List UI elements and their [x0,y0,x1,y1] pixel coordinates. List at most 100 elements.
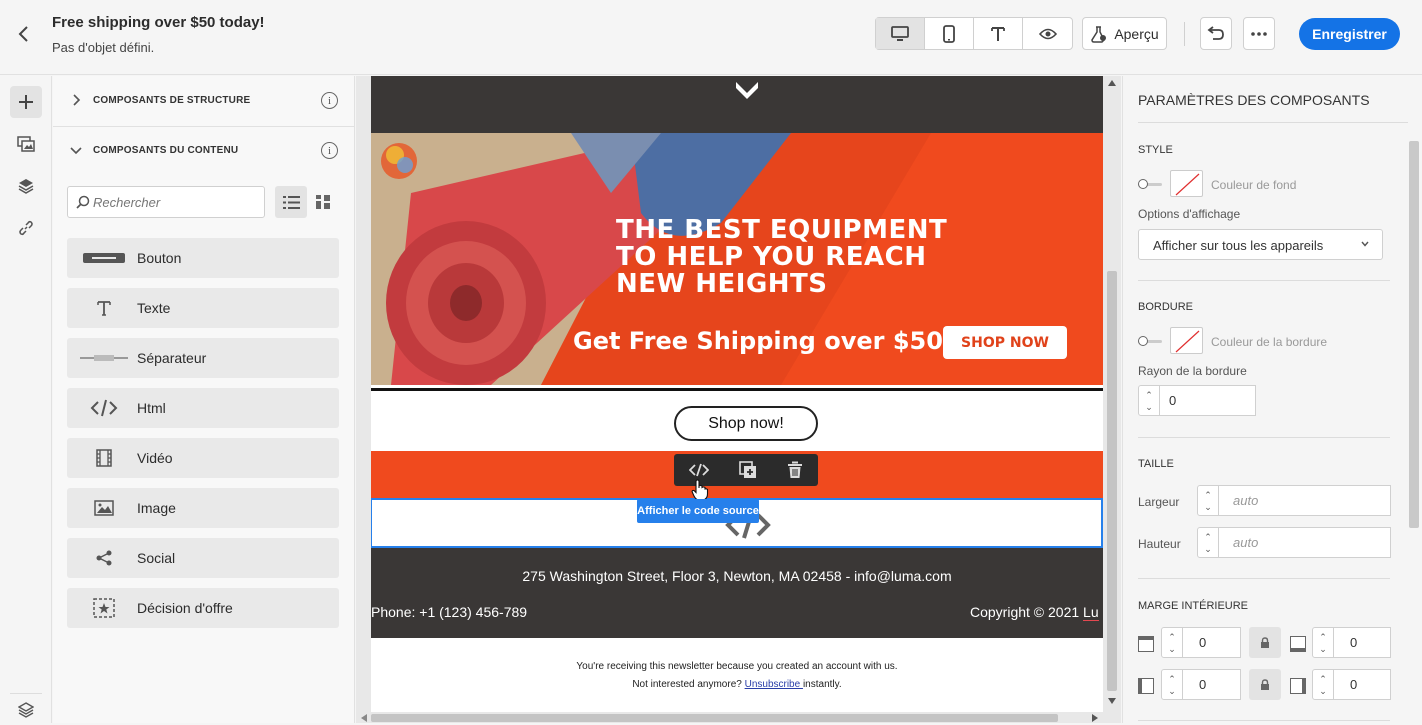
mobile-view-button[interactable] [925,18,974,49]
settings-scroll-thumb[interactable] [1409,141,1419,528]
component-search-input[interactable]: Rechercher [67,186,265,218]
height-label: Hauteur [1138,537,1181,551]
delete-icon[interactable] [787,461,803,479]
scroll-right-arrow-icon[interactable] [1092,714,1098,722]
unsubscribe-link[interactable]: Unsubscribe [745,679,803,690]
preview-eye-button[interactable] [1023,18,1072,49]
plus-icon [19,95,33,109]
display-options-label: Options d'affichage [1138,207,1241,221]
more-icon [1251,31,1267,36]
note-suffix: instantly. [802,679,842,690]
list-icon [282,195,300,209]
hero-headline: THE BEST EQUIPMENT TO HELP YOU REACH NEW… [616,217,947,298]
preview-button[interactable]: Aperçu [1082,17,1167,50]
padding-top-stepper[interactable]: ⌃ ⌄ [1161,627,1183,658]
border-color-toggle[interactable] [1138,336,1162,346]
assets-button[interactable] [10,128,42,160]
grid-view-button[interactable] [307,186,339,218]
html-icon [79,397,129,419]
component-label: Vidéo [137,450,173,466]
structure-section-label: COMPOSANTS DE STRUCTURE [93,95,251,106]
text-icon [991,26,1005,41]
layers-button[interactable] [10,170,42,202]
component-image[interactable]: Image [67,488,339,528]
email-canvas: THE BEST EQUIPMENT TO HELP YOU REACH NEW… [356,76,1121,723]
chevron-down-icon [736,82,758,99]
search-placeholder: Rechercher [93,195,161,210]
newsletter-note: You're receiving this newsletter because… [576,661,898,672]
component-button[interactable]: Bouton [67,238,339,278]
back-arrow-icon[interactable] [14,24,34,44]
height-input[interactable]: auto [1219,527,1391,558]
canvas-vertical-scrollbar[interactable] [1103,76,1121,712]
duplicate-icon[interactable] [739,461,757,479]
save-button[interactable]: Enregistrer [1299,18,1400,50]
stack-icon [18,701,34,718]
size-section-label: TAILLE [1138,458,1174,470]
info-icon[interactable]: i [321,142,338,159]
component-video[interactable]: Vidéo [67,438,339,478]
undo-icon [1207,25,1224,40]
component-label: Image [137,500,176,516]
border-color-swatch[interactable] [1170,327,1203,354]
device-toggle-group [875,17,1073,50]
padding-lock-button[interactable] [1249,627,1281,658]
scroll-left-arrow-icon[interactable] [361,714,367,722]
text-view-button[interactable] [974,18,1023,49]
padding-left-input[interactable]: 0 [1183,669,1241,700]
content-components-section[interactable]: COMPOSANTS DU CONTENU i [53,126,355,176]
bg-color-swatch[interactable] [1170,170,1203,197]
undo-button[interactable] [1200,17,1232,50]
links-button[interactable] [10,212,42,244]
add-components-button[interactable] [10,86,42,118]
divider-icon [79,347,129,369]
border-radius-input[interactable]: 0 [1160,385,1256,416]
padding-bottom-input[interactable]: 0 [1334,627,1391,658]
canvas-scroll-thumb[interactable] [1107,271,1117,691]
source-code-icon[interactable] [689,463,709,477]
chevron-right-icon [69,93,83,107]
component-settings-panel: PARAMÈTRES DES COMPOSANTS STYLE Couleur … [1122,76,1422,723]
component-divider[interactable]: Séparateur [67,338,339,378]
panel-divider [1138,280,1390,281]
hero-image[interactable]: THE BEST EQUIPMENT TO HELP YOU REACH NEW… [371,133,1103,385]
desktop-view-button[interactable] [876,18,925,49]
component-text[interactable]: Texte [67,288,339,328]
padding-lock-button[interactable] [1249,669,1281,700]
canvas-hscroll-thumb[interactable] [371,714,1058,722]
shop-now-button[interactable]: Shop now! [674,406,818,441]
hero-shop-now-cta[interactable]: SHOP NOW [943,326,1067,359]
scroll-up-arrow-icon[interactable] [1108,80,1116,86]
height-stepper[interactable]: ⌃ ⌄ [1197,527,1219,558]
panel-divider [1138,122,1408,123]
padding-bottom-stepper[interactable]: ⌃ ⌄ [1312,627,1334,658]
more-options-button[interactable] [1243,17,1275,50]
structure-components-section[interactable]: COMPOSANTS DE STRUCTURE i [53,76,355,126]
padding-left-stepper[interactable]: ⌃ ⌄ [1161,669,1183,700]
text-icon [79,297,129,319]
width-stepper[interactable]: ⌃ ⌄ [1197,485,1219,516]
border-color-label: Couleur de la bordure [1211,335,1328,349]
chevron-down-icon [1361,241,1369,247]
component-label: Décision d'offre [137,600,233,616]
bg-color-toggle[interactable] [1138,179,1162,189]
display-options-select[interactable]: Afficher sur tous les appareils [1138,229,1383,260]
canvas-horizontal-scrollbar[interactable] [356,712,1103,723]
scroll-down-arrow-icon[interactable] [1108,698,1116,704]
layers-bottom-button[interactable] [10,693,42,725]
component-social[interactable]: Social [67,538,339,578]
button-icon [79,247,129,269]
list-view-button[interactable] [275,186,307,218]
padding-top-input[interactable]: 0 [1183,627,1241,658]
width-input[interactable]: auto [1219,485,1391,516]
component-offer-decision[interactable]: Décision d'offre [67,588,339,628]
padding-right-stepper[interactable]: ⌃ ⌄ [1312,669,1334,700]
component-html[interactable]: Html [67,388,339,428]
info-icon[interactable]: i [321,92,338,109]
settings-scrollbar[interactable] [1407,126,1421,723]
hand-cursor-icon [691,479,709,501]
preview-label: Aperçu [1114,25,1159,42]
desktop-icon [891,25,909,41]
border-radius-stepper[interactable]: ⌃ ⌄ [1138,385,1160,416]
padding-right-input[interactable]: 0 [1334,669,1391,700]
